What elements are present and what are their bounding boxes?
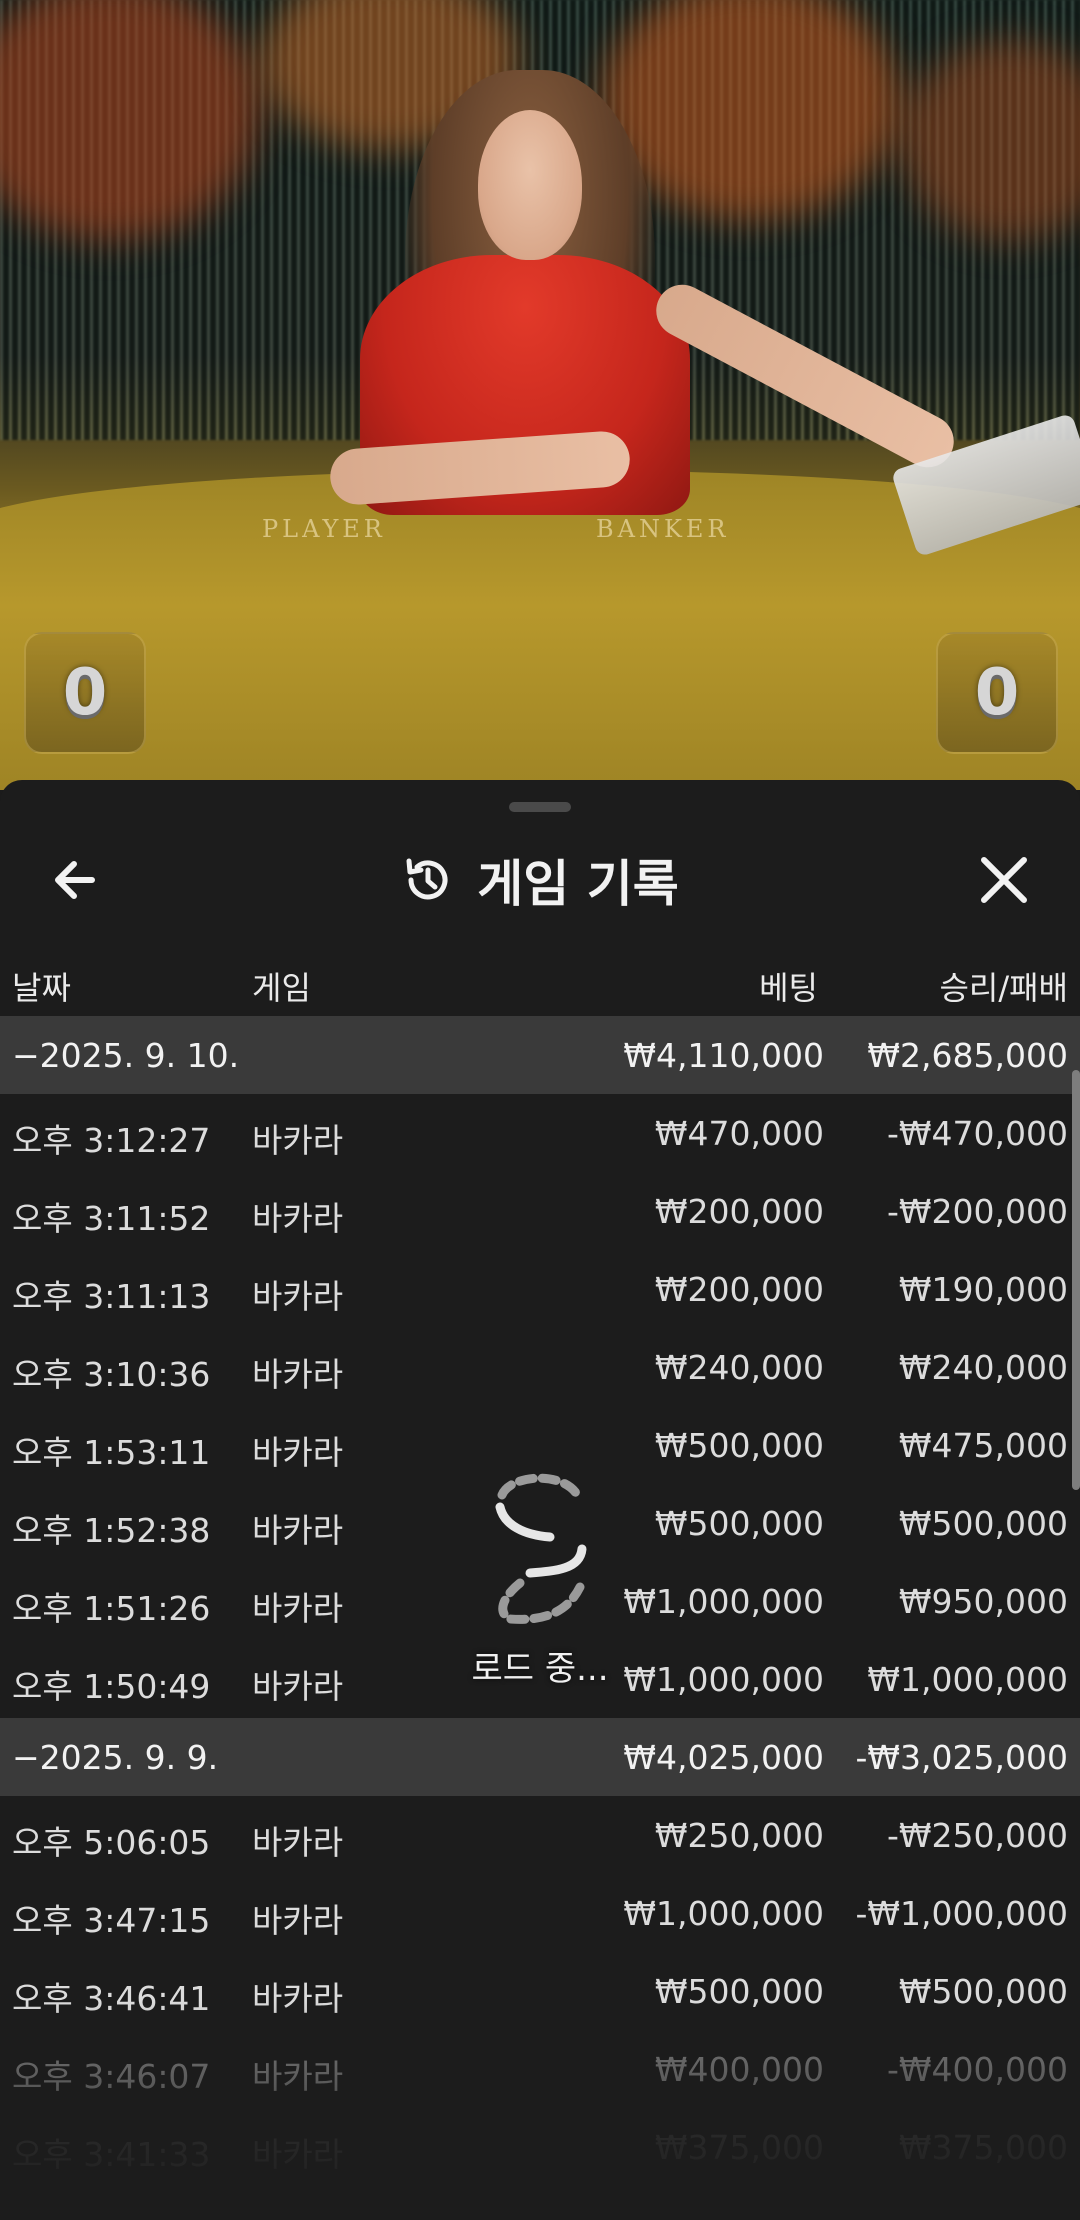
loading-text: 로드 중... (471, 1649, 609, 1689)
row-win-loss: ₩375,000 (898, 2128, 1068, 2167)
row-win-loss: -₩1,000,000 (855, 1894, 1069, 1933)
row-win-loss: ₩190,000 (898, 1270, 1068, 1309)
table-row[interactable]: 오후 3:46:07 바카라 ₩400,000 -₩400,000 (0, 2030, 1080, 2108)
row-time: 오후 1:51:26 (12, 1589, 211, 1628)
row-bet: ₩250,000 (654, 1816, 824, 1855)
row-time: 오후 1:53:11 (12, 1433, 211, 1472)
row-bet: ₩200,000 (654, 1192, 824, 1231)
history-icon (406, 858, 448, 900)
table-row[interactable]: 오후 3:10:36 바카라 ₩240,000 ₩240,000 (0, 1328, 1080, 1406)
row-time: 오후 5:06:05 (12, 1823, 211, 1862)
column-header-win-loss[interactable]: 승리/패배 (939, 963, 1068, 1009)
spinner-icon (495, 1473, 587, 1624)
player-score: 0 (62, 656, 108, 730)
table-row[interactable]: 오후 3:46:41 바카라 ₩500,000 ₩500,000 (0, 1952, 1080, 2030)
row-bet: ₩375,000 (654, 2128, 824, 2167)
row-win-loss: ₩500,000 (898, 1972, 1068, 2011)
row-time: 오후 3:46:07 (12, 2057, 211, 2096)
row-bet: ₩1,000,000 (623, 1582, 824, 1621)
player-felt-label: PLAYER (262, 515, 386, 543)
row-game: 바카라 (252, 2057, 344, 2096)
banker-felt-label: BANKER (596, 515, 730, 543)
group-win-loss-total: ₩2,685,000 (867, 1036, 1068, 1075)
banker-score-box: 0 (936, 632, 1058, 754)
table-row[interactable]: 오후 3:11:52 바카라 ₩200,000 -₩200,000 (0, 1172, 1080, 1250)
group-bet-total: ₩4,110,000 (623, 1036, 824, 1075)
group-bet-total: ₩4,025,000 (623, 1738, 824, 1777)
row-game: 바카라 (252, 1511, 344, 1550)
row-win-loss: -₩400,000 (886, 2050, 1068, 2089)
close-button[interactable] (972, 850, 1036, 910)
row-bet: ₩240,000 (654, 1348, 824, 1387)
row-win-loss: -₩250,000 (886, 1816, 1068, 1855)
row-win-loss: -₩200,000 (886, 1192, 1068, 1231)
row-bet: ₩500,000 (654, 1504, 824, 1543)
table-row[interactable]: 오후 3:41:33 바카라 ₩375,000 ₩375,000 (0, 2108, 1080, 2186)
row-win-loss: ₩500,000 (898, 1504, 1068, 1543)
row-time: 오후 3:47:15 (12, 1901, 211, 1940)
row-time: 오후 3:12:27 (12, 1121, 211, 1160)
page-title: 게임 기록 (477, 855, 679, 913)
column-header-date[interactable]: 날짜 (12, 963, 71, 1009)
row-game: 바카라 (252, 1277, 344, 1316)
row-time: 오후 3:46:41 (12, 1979, 211, 2018)
row-bet: ₩1,000,000 (623, 1894, 824, 1933)
close-icon (981, 857, 1027, 903)
row-bet: ₩500,000 (654, 1972, 824, 2011)
dealer-face (478, 110, 582, 260)
row-game: 바카라 (252, 1589, 344, 1628)
row-bet: ₩470,000 (654, 1114, 824, 1153)
row-bet: ₩1,000,000 (623, 1660, 824, 1699)
table-row[interactable]: 오후 3:47:15 바카라 ₩1,000,000 -₩1,000,000 (0, 1874, 1080, 1952)
row-time: 오후 3:11:13 (12, 1277, 211, 1316)
banker-score: 0 (974, 656, 1020, 730)
row-game: 바카라 (252, 1901, 344, 1940)
row-win-loss: ₩240,000 (898, 1348, 1068, 1387)
row-game: 바카라 (252, 1823, 344, 1862)
table-row[interactable]: 오후 5:06:05 바카라 ₩250,000 -₩250,000 (0, 1796, 1080, 1874)
date-group-row[interactable]: −2025. 9. 9. ₩4,025,000 -₩3,025,000 (0, 1718, 1080, 1796)
sheet-drag-handle[interactable] (509, 802, 571, 812)
row-win-loss: ₩475,000 (898, 1426, 1068, 1465)
scrollbar[interactable] (1072, 1070, 1080, 1490)
row-bet: ₩500,000 (654, 1426, 824, 1465)
table-row[interactable]: 오후 3:12:27 바카라 ₩470,000 -₩470,000 (0, 1094, 1080, 1172)
row-time: 오후 1:52:38 (12, 1511, 211, 1550)
row-bet: ₩400,000 (654, 2050, 824, 2089)
loading-indicator: 로드 중... (460, 1465, 620, 1725)
row-win-loss: ₩950,000 (898, 1582, 1068, 1621)
table-header: 날짜 게임 베팅 승리/패배 (0, 955, 1080, 1015)
row-time: 오후 3:41:33 (12, 2135, 211, 2174)
group-date: −2025. 9. 9. (12, 1738, 219, 1777)
date-group-row[interactable]: −2025. 9. 10. ₩4,110,000 ₩2,685,000 (0, 1016, 1080, 1094)
row-game: 바카라 (252, 1667, 344, 1706)
group-date: −2025. 9. 10. (12, 1036, 240, 1075)
column-header-bet[interactable]: 베팅 (759, 963, 818, 1009)
row-game: 바카라 (252, 1355, 344, 1394)
row-game: 바카라 (252, 2135, 344, 2174)
table-row[interactable]: 오후 3:11:13 바카라 ₩200,000 ₩190,000 (0, 1250, 1080, 1328)
row-win-loss: ₩1,000,000 (867, 1660, 1068, 1699)
row-time: 오후 1:50:49 (12, 1667, 211, 1706)
row-win-loss: -₩470,000 (886, 1114, 1068, 1153)
row-bet: ₩200,000 (654, 1270, 824, 1309)
row-game: 바카라 (252, 1199, 344, 1238)
group-win-loss-total: -₩3,025,000 (855, 1738, 1069, 1777)
column-header-game[interactable]: 게임 (252, 963, 311, 1009)
row-game: 바카라 (252, 1121, 344, 1160)
row-game: 바카라 (252, 1979, 344, 2018)
live-video-stream: PLAYER BANKER 0 0 (0, 0, 1080, 790)
row-time: 오후 3:11:52 (12, 1199, 211, 1238)
sheet-header: 게임 기록 (0, 830, 1080, 930)
player-score-box: 0 (24, 632, 146, 754)
row-time: 오후 3:10:36 (12, 1355, 211, 1394)
row-game: 바카라 (252, 1433, 344, 1472)
